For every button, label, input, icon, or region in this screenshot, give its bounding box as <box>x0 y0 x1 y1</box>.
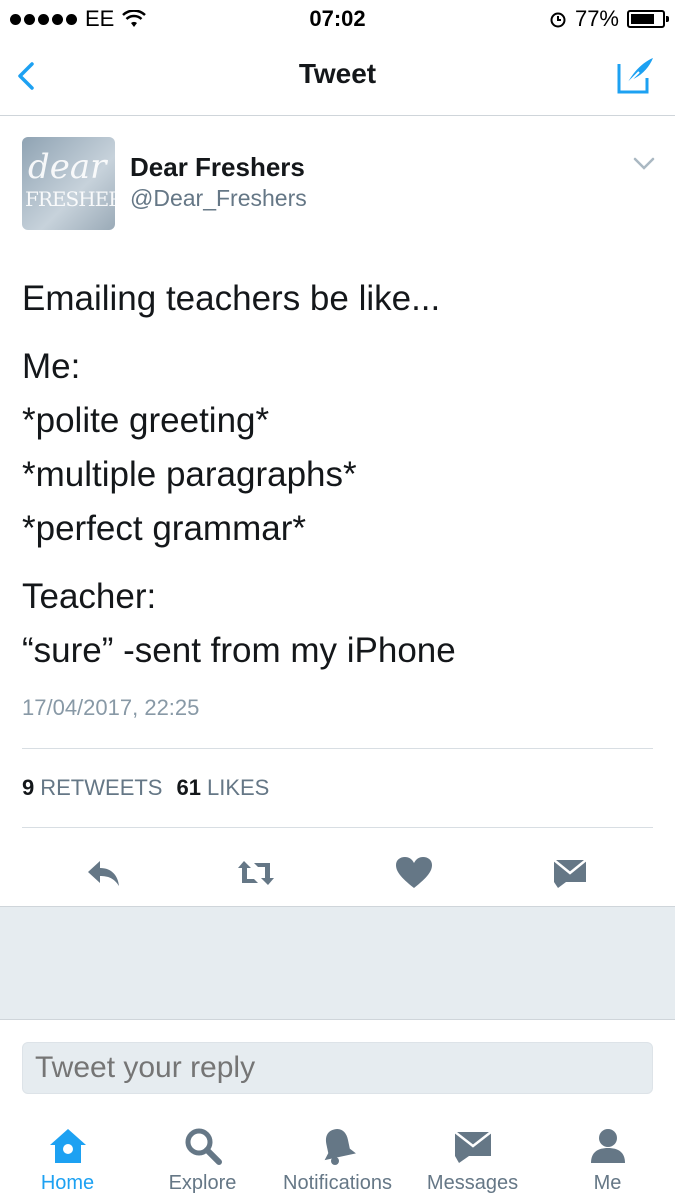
tab-notifications[interactable]: Notifications <box>270 1110 405 1200</box>
tweet-line: *polite greeting* <box>22 401 270 440</box>
tab-explore[interactable]: Explore <box>135 1110 270 1200</box>
author-name[interactable]: Dear Freshers <box>130 152 305 183</box>
nav-bar: Tweet <box>0 38 675 116</box>
tab-label: Explore <box>168 1172 237 1194</box>
avatar-logo-text: dear <box>28 147 107 187</box>
tweet-line: Teacher: <box>22 577 157 616</box>
tweet-stats: 9 RETWEETS 61 LIKES <box>22 775 269 801</box>
tab-label: Notifications <box>283 1172 392 1194</box>
reply-icon[interactable] <box>84 855 124 891</box>
battery-percent: 77% <box>574 6 619 31</box>
retweet-icon[interactable] <box>236 855 276 891</box>
divider <box>22 827 653 828</box>
status-right: 77% <box>549 6 669 32</box>
tab-home[interactable]: Home <box>0 1110 135 1200</box>
tweet-line: *multiple paragraphs* <box>22 455 357 494</box>
home-icon <box>49 1129 86 1163</box>
likes-label: LIKES <box>206 775 270 800</box>
status-bar: EE 07:02 77% <box>0 0 675 38</box>
replies-area <box>0 906 675 1020</box>
tweet-line: “sure” -sent from my iPhone <box>22 631 456 670</box>
tweet-line: *perfect grammar* <box>22 509 306 548</box>
alarm-icon <box>550 12 566 28</box>
chevron-down-icon[interactable] <box>633 157 655 171</box>
tab-label: Messages <box>426 1172 519 1194</box>
compose-tweet-button[interactable] <box>615 54 657 96</box>
tab-me[interactable]: Me <box>540 1110 675 1200</box>
avatar-logo-subtext: FRESHERS <box>25 187 115 211</box>
author-handle[interactable]: @Dear_Freshers <box>130 185 307 212</box>
page-title: Tweet <box>298 58 377 89</box>
reply-input[interactable] <box>22 1042 653 1094</box>
retweets-stat[interactable]: 9 RETWEETS <box>22 775 162 801</box>
tweet-timestamp: 17/04/2017, 22:25 <box>22 695 200 720</box>
tweet-line: Me: <box>22 347 81 386</box>
search-icon <box>185 1128 222 1165</box>
person-icon <box>590 1129 625 1163</box>
tweet-actions <box>0 847 675 905</box>
tab-label: Home <box>40 1172 95 1194</box>
tab-label: Me <box>593 1172 622 1194</box>
retweets-count: 9 <box>22 775 35 800</box>
direct-message-icon[interactable] <box>550 855 590 891</box>
tweet-line: Emailing teachers be like... <box>22 279 441 318</box>
tab-bar: Home Explore Notifications Messages Me <box>0 1110 675 1200</box>
tab-messages[interactable]: Messages <box>405 1110 540 1200</box>
tweet-text: Emailing teachers be like... Me: *polite… <box>22 272 652 678</box>
avatar[interactable]: dear FRESHERS <box>22 137 115 230</box>
retweets-label: RETWEETS <box>40 775 163 800</box>
likes-count: 61 <box>176 775 201 800</box>
divider <box>22 748 653 749</box>
likes-stat[interactable]: 61 LIKES <box>176 775 269 801</box>
envelope-icon <box>453 1131 492 1163</box>
battery-icon <box>627 10 669 28</box>
bell-icon <box>324 1129 356 1165</box>
heart-icon[interactable] <box>394 855 434 891</box>
